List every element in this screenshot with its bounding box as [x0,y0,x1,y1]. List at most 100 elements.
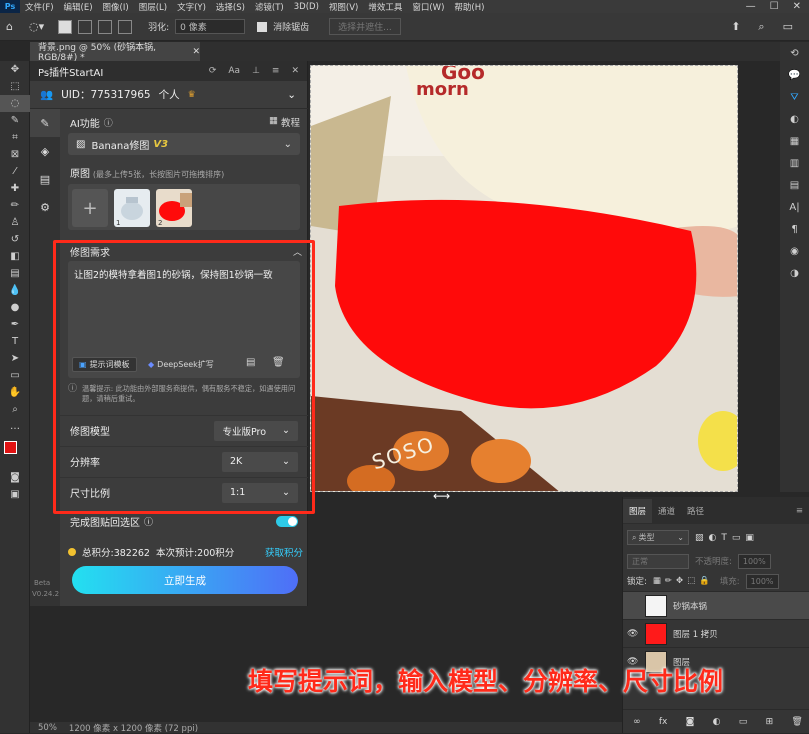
menu-3d[interactable]: 3D(D) [289,2,324,12]
styles-panel-icon[interactable]: ◉ [780,240,809,262]
comments-panel-icon[interactable]: 💬 [780,64,809,86]
marquee-tool-icon[interactable]: ⬚ [0,78,30,95]
feather-input[interactable]: 0 像素 [175,19,246,34]
home-icon[interactable]: ⌂ [6,20,13,33]
fx-icon[interactable]: fx [659,717,668,727]
screen-mode-icon[interactable]: ▣ [0,486,30,503]
menu-edit[interactable]: 编辑(E) [59,1,98,13]
character-panel-icon[interactable]: A| [780,196,809,218]
mask-icon[interactable]: ◙ [686,717,695,727]
libraries-panel-icon[interactable]: ▥ [780,152,809,174]
pen-tool-icon[interactable]: ✒ [0,316,30,333]
fill-input[interactable]: 100% [745,573,779,589]
document-icon[interactable]: ▤ [30,165,60,193]
zoom-level[interactable]: 50% [38,723,57,733]
subtract-selection-icon[interactable] [98,19,113,34]
quick-mask-icon[interactable]: ◙ [0,469,30,486]
new-layer-icon[interactable]: ⊞ [766,717,774,727]
history-panel-icon[interactable]: ⟲ [780,42,809,64]
lock-icons[interactable]: ▦✏✥⬚🔒 [653,576,714,586]
color-swatches[interactable] [0,435,29,469]
layer-item[interactable]: 砂锅本锅 [623,591,809,619]
crop-tool-icon[interactable]: ⌗ [0,129,30,146]
menu-type[interactable]: 文字(Y) [172,1,211,13]
adjustments-panel-icon[interactable]: ◐ [780,108,809,130]
gradient-tool-icon[interactable]: ▤ [0,265,30,282]
eraser-tool-icon[interactable]: ◧ [0,248,30,265]
menu-image[interactable]: 图像(I) [98,1,134,13]
menu-select[interactable]: 选择(S) [211,1,250,13]
chevron-down-icon[interactable]: ⌄ [287,89,296,101]
document-tab[interactable]: 背景.png @ 50% (砂锅本锅, RGB/8#) * ✕ [30,42,200,63]
source-thumb-2[interactable]: 2 [156,189,192,227]
select-and-mask-button[interactable]: 选择并遮住... [329,18,401,35]
path-select-icon[interactable]: ➤ [0,350,30,367]
mode-select[interactable]: ▨ Banana修图 V3 ⌄ [68,133,300,155]
brush-tool-icon[interactable]: ✏ [0,197,30,214]
search-icon[interactable]: ⌕ [758,20,764,34]
blend-mode-select[interactable]: 正常 [627,553,689,569]
minimize-icon[interactable]: — [746,1,756,12]
shape-tool-icon[interactable]: ▭ [0,367,30,384]
close-icon[interactable]: ✕ [793,1,801,12]
antialias-checkbox[interactable] [257,21,268,32]
layer-filter-select[interactable]: ⌕ 类型 ⌄ [627,530,689,545]
frame-tool-icon[interactable]: ⊠ [0,146,30,163]
filter-icons[interactable]: ▨◐T▭▣ [695,533,759,543]
menu-icon[interactable]: ≡ [272,66,280,76]
add-image-button[interactable]: + [72,189,108,227]
refresh-icon[interactable]: ⟳ [209,66,217,76]
menu-filter[interactable]: 滤镜(T) [250,1,289,13]
dodge-tool-icon[interactable]: ● [0,299,30,316]
quick-select-icon[interactable]: ✎ [0,112,30,129]
workspace-icon[interactable]: ▭ [783,20,793,34]
group-icon[interactable]: ▭ [739,717,748,727]
adjustment-icon[interactable]: ◐ [713,717,721,727]
lasso-tool-icon[interactable]: ◌▾ [29,20,44,33]
edit-icon[interactable]: ✎ [30,109,60,137]
eye-icon[interactable]: 👁 [627,629,639,639]
swatches-panel-icon[interactable]: ▦ [780,130,809,152]
menu-layer[interactable]: 图层(L) [134,1,172,13]
pin-icon[interactable]: ⊥ [252,66,260,76]
paragraph-panel-icon[interactable]: ¶ [780,218,809,240]
history-brush-icon[interactable]: ↺ [0,231,30,248]
get-points-link[interactable]: 获取积分 [265,545,303,559]
move-tool-icon[interactable]: ✥ [0,61,30,78]
delete-icon[interactable]: 🗑 [791,717,802,727]
font-size-icon[interactable]: Aa [228,66,240,76]
tab-close-icon[interactable]: ✕ [192,47,200,57]
tutorial-link[interactable]: ▦ 教程 [269,115,300,129]
healing-brush-icon[interactable]: ✚ [0,180,30,197]
paste-back-toggle[interactable] [276,515,298,527]
blur-tool-icon[interactable]: 💧 [0,282,30,299]
menu-file[interactable]: 文件(F) [20,1,59,13]
menu-window[interactable]: 窗口(W) [407,1,449,13]
source-thumb-1[interactable]: 1 [114,189,150,227]
settings-icon[interactable]: ⚙ [30,193,60,221]
layer-item[interactable]: 👁 图层 1 拷贝 [623,619,809,647]
tab-paths[interactable]: 路径 [681,505,710,517]
uid-row[interactable]: 👥 UID：775317965 个人 ♛ ⌄ [30,81,308,109]
generate-button[interactable]: 立即生成 [72,566,298,594]
opacity-input[interactable]: 100% [737,553,771,569]
hand-tool-icon[interactable]: ✋ [0,384,30,401]
tab-channels[interactable]: 通道 [652,505,681,517]
panel-menu-icon[interactable]: ≡ [790,506,809,516]
share-icon[interactable]: ⬆ [731,20,740,34]
intersect-selection-icon[interactable] [118,19,133,34]
menu-view[interactable]: 视图(V) [324,1,363,13]
menu-help[interactable]: 帮助(H) [449,1,489,13]
more-tools-icon[interactable]: … [0,418,30,435]
document-canvas[interactable]: Goo morn SOSO [310,65,738,492]
new-selection-icon[interactable] [58,19,73,34]
patterns-panel-icon[interactable]: ▤ [780,174,809,196]
stamp-tool-icon[interactable]: ♙ [0,214,30,231]
add-selection-icon[interactable] [78,19,93,34]
tab-layers[interactable]: 图层 [623,498,653,523]
maximize-icon[interactable]: ☐ [770,1,779,12]
zoom-tool-icon[interactable]: ⌕ [0,401,30,418]
link-icon[interactable]: ∞ [633,717,641,727]
menu-plugins[interactable]: 增效工具 [363,1,407,13]
channels-panel-icon[interactable]: ◑ [780,262,809,284]
